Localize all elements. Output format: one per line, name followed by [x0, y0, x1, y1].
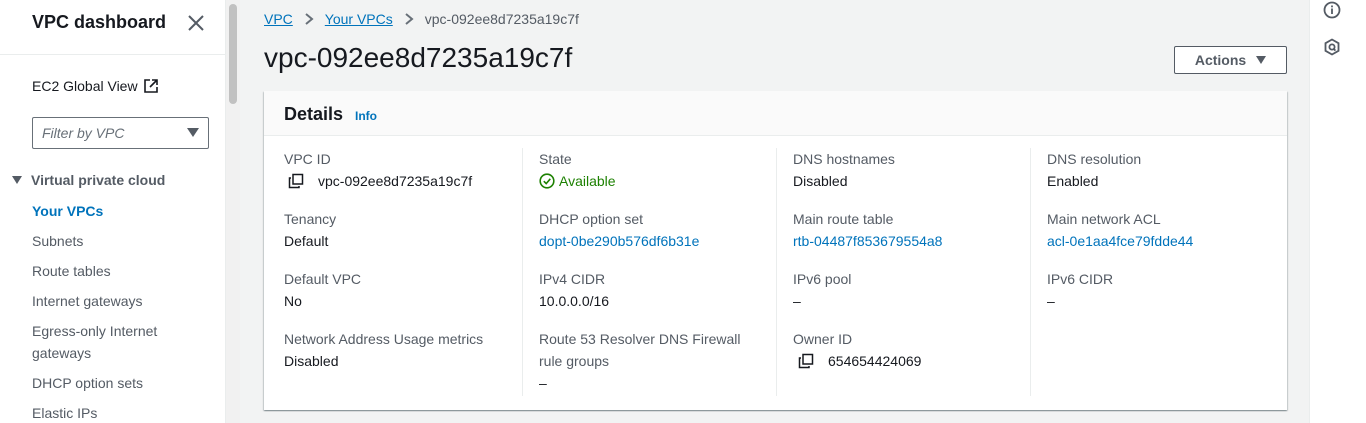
field-label: Route 53 Resolver DNS Firewall rule grou…: [539, 331, 741, 369]
sidebar-item-dhcp-option-sets[interactable]: DHCP option sets: [32, 372, 212, 394]
field-owner-id: Owner ID 654654424069: [793, 328, 1013, 372]
details-column-3: DNS hostnames Disabled Main route table …: [776, 148, 1030, 396]
field-vpc-id: VPC ID vpc-092ee8d7235a19c7f: [284, 148, 524, 192]
breadcrumb-vpc[interactable]: VPC: [264, 11, 293, 27]
chevron-right-icon: [405, 13, 414, 25]
field-label: IPv6 pool: [793, 271, 852, 287]
sidebar: VPC dashboard EC2 Global View Filter by …: [0, 0, 226, 423]
field-label: Default VPC: [284, 271, 362, 287]
settings-hex-icon[interactable]: [1323, 38, 1341, 56]
field-state: State Available: [539, 148, 759, 192]
field-dns-resolution: DNS resolution Enabled: [1047, 148, 1267, 192]
filter-placeholder: Filter by VPC: [42, 125, 125, 141]
field-value: 10.0.0.0/16: [539, 293, 610, 309]
sidebar-item-egress-only-internet-gateways[interactable]: Egress-only Internet gateways: [32, 320, 182, 364]
sidebar-scrollbar[interactable]: [226, 0, 240, 423]
field-value: Default: [284, 233, 329, 249]
field-label: Network Address Usage metrics: [284, 331, 484, 347]
scrollbar-thumb[interactable]: [229, 4, 237, 104]
owner-id-value: 654654424069: [828, 353, 922, 369]
ec2-global-view-label: EC2 Global View: [32, 78, 138, 94]
field-value: –: [793, 293, 801, 309]
close-icon[interactable]: [186, 13, 206, 33]
sidebar-item-internet-gateways[interactable]: Internet gateways: [32, 290, 212, 312]
field-value: vpc-092ee8d7235a19c7f: [284, 170, 524, 192]
breadcrumb: VPC Your VPCs vpc-092ee8d7235a19c7f: [264, 11, 579, 27]
details-panel: Details Info VPC ID vpc-092ee8d7235a19c7…: [264, 91, 1287, 410]
sidebar-item-subnets[interactable]: Subnets: [32, 230, 212, 252]
field-value: 654654424069: [793, 350, 1013, 372]
field-ipv6-cidr: IPv6 CIDR –: [1047, 268, 1267, 312]
chevron-right-icon: [305, 13, 314, 25]
field-dhcp-option-set: DHCP option set dopt-0be290b576df6b31e: [539, 208, 759, 252]
info-icon[interactable]: [1323, 1, 1341, 19]
caret-down-icon: [1256, 56, 1267, 64]
main-network-acl-link[interactable]: acl-0e1aa4fce79fdde44: [1047, 230, 1267, 252]
field-label: DHCP option set: [539, 211, 644, 227]
section-title: Virtual private cloud: [31, 172, 166, 188]
field-label: VPC ID: [284, 151, 331, 167]
field-label: IPv6 CIDR: [1047, 271, 1114, 287]
field-main-route-table: Main route table rtb-04487f853679554a8: [793, 208, 1013, 252]
field-ipv6-pool: IPv6 pool –: [793, 268, 1013, 312]
field-label: Main route table: [793, 211, 894, 227]
field-ipv4-cidr: IPv4 CIDR 10.0.0.0/16: [539, 268, 759, 312]
details-column-1: VPC ID vpc-092ee8d7235a19c7f Tenancy Def…: [284, 148, 522, 396]
field-value: Disabled: [284, 353, 339, 369]
breadcrumb-current: vpc-092ee8d7235a19c7f: [424, 11, 579, 27]
field-tenancy: Tenancy Default: [284, 208, 524, 252]
sidebar-title: VPC dashboard: [32, 12, 167, 32]
status-success-icon: [539, 173, 555, 189]
dhcp-option-set-link[interactable]: dopt-0be290b576df6b31e: [539, 230, 759, 252]
field-value: No: [284, 293, 302, 309]
actions-button[interactable]: Actions: [1174, 46, 1287, 74]
field-label: State: [539, 151, 572, 167]
field-value: –: [539, 375, 547, 391]
ec2-global-view-link[interactable]: EC2 Global View: [32, 78, 158, 94]
field-label: Main network ACL: [1047, 211, 1161, 227]
breadcrumb-your-vpcs[interactable]: Your VPCs: [325, 11, 393, 27]
sidebar-divider: [0, 54, 225, 55]
state-value: Available: [559, 173, 616, 189]
field-value: Available: [539, 170, 759, 192]
field-route53-resolver: Route 53 Resolver DNS Firewall rule grou…: [539, 328, 759, 394]
details-title: Details: [284, 104, 344, 124]
field-label: Owner ID: [793, 331, 853, 347]
sidebar-item-your-vpcs[interactable]: Your VPCs: [32, 200, 212, 222]
page-title: vpc-092ee8d7235a19c7f: [264, 42, 573, 73]
actions-label: Actions: [1194, 52, 1247, 68]
sidebar-item-elastic-ips[interactable]: Elastic IPs: [32, 402, 212, 423]
copy-icon[interactable]: [288, 173, 304, 189]
caret-down-icon: [12, 176, 22, 184]
field-value: Enabled: [1047, 173, 1099, 189]
field-value: –: [1047, 293, 1055, 309]
caret-down-icon: [187, 128, 199, 137]
field-label: Tenancy: [284, 211, 337, 227]
field-label: DNS hostnames: [793, 151, 895, 167]
field-network-address-usage: Network Address Usage metrics Disabled: [284, 328, 524, 372]
details-header: Details Info: [264, 91, 1287, 136]
external-link-icon: [143, 79, 158, 93]
field-default-vpc: Default VPC No: [284, 268, 524, 312]
field-value: Disabled: [793, 173, 848, 189]
copy-icon[interactable]: [798, 353, 814, 369]
filter-by-vpc-select[interactable]: Filter by VPC: [32, 117, 209, 149]
details-column-2: State Available DHCP option set dopt-0be…: [522, 148, 776, 396]
field-label: DNS resolution: [1047, 151, 1142, 167]
info-link[interactable]: Info: [355, 109, 377, 123]
section-virtual-private-cloud[interactable]: Virtual private cloud: [12, 172, 165, 188]
field-main-network-acl: Main network ACL acl-0e1aa4fce79fdde44: [1047, 208, 1267, 252]
field-dns-hostnames: DNS hostnames Disabled: [793, 148, 1013, 192]
tools-strip: [1309, 0, 1366, 423]
field-label: IPv4 CIDR: [539, 271, 606, 287]
main-route-table-link[interactable]: rtb-04487f853679554a8: [793, 230, 1013, 252]
vpc-id-value: vpc-092ee8d7235a19c7f: [318, 173, 473, 189]
details-column-4: DNS resolution Enabled Main network ACL …: [1030, 148, 1280, 396]
sidebar-item-route-tables[interactable]: Route tables: [32, 260, 212, 282]
